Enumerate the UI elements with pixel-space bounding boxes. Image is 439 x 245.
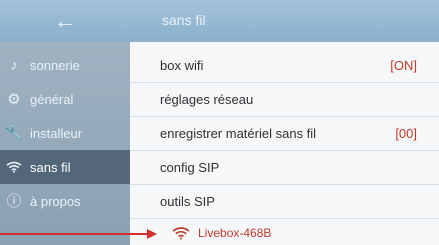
sidebar-item-a-propos[interactable]: ⓘ à propos <box>0 184 130 218</box>
info-icon: ⓘ <box>6 192 22 210</box>
row-label: enregistrer matériel sans fil <box>160 125 317 141</box>
page-title: sans fil <box>162 12 206 28</box>
device-screen: ← sans fil ♪ sonnerie ⚙ général 🔧 instal… <box>0 0 439 245</box>
row-box-wifi[interactable]: box wifi [ON] <box>130 48 439 83</box>
sidebar-item-label: installeur <box>30 125 83 141</box>
back-button[interactable]: ← <box>0 0 130 42</box>
pointer-arrow <box>0 229 157 239</box>
wrench-icon: 🔧 <box>4 124 24 142</box>
row-reglages-reseau[interactable]: réglages réseau <box>130 82 439 117</box>
row-label: réglages réseau <box>160 91 254 107</box>
row-status-value: [ON] <box>390 57 417 73</box>
row-label: box wifi <box>160 57 204 73</box>
wifi-icon-svg <box>6 161 22 173</box>
back-arrow-icon: ← <box>54 8 76 33</box>
top-bar: ← sans fil <box>0 0 439 42</box>
sidebar: ♪ sonnerie ⚙ général 🔧 installeur sans f… <box>0 42 130 245</box>
wifi-icon <box>6 159 22 175</box>
gear-icon: ⚙ <box>7 90 21 108</box>
row-outils-sip[interactable]: outils SIP <box>130 184 439 219</box>
row-enregistrer-materiel[interactable]: enregistrer matériel sans fil [00] <box>130 116 439 151</box>
row-label: config SIP <box>160 159 220 175</box>
root: ← sans fil ♪ sonnerie ⚙ général 🔧 instal… <box>0 0 439 245</box>
row-config-sip[interactable]: config SIP <box>130 150 439 185</box>
row-count-value: [00] <box>395 125 417 141</box>
sidebar-item-general[interactable]: ⚙ général <box>0 82 130 116</box>
sidebar-item-label: général <box>30 91 74 107</box>
wifi-network-name: Livebox-468B <box>198 226 272 240</box>
sidebar-item-installeur[interactable]: 🔧 installeur <box>0 116 130 150</box>
sidebar-item-sonnerie[interactable]: ♪ sonnerie <box>0 48 130 82</box>
sidebar-item-label: à propos <box>30 193 81 209</box>
settings-list: box wifi [ON] réglages réseau enregistre… <box>130 42 439 245</box>
wifi-network-row[interactable]: Livebox-468B <box>130 222 439 245</box>
sidebar-item-label: sonnerie <box>30 57 80 73</box>
sidebar-item-label: sans fil <box>30 159 71 175</box>
row-label: outils SIP <box>160 193 215 209</box>
music-note-icon: ♪ <box>10 56 18 74</box>
sidebar-item-sans-fil[interactable]: sans fil <box>0 150 130 184</box>
wifi-icon <box>172 227 190 240</box>
